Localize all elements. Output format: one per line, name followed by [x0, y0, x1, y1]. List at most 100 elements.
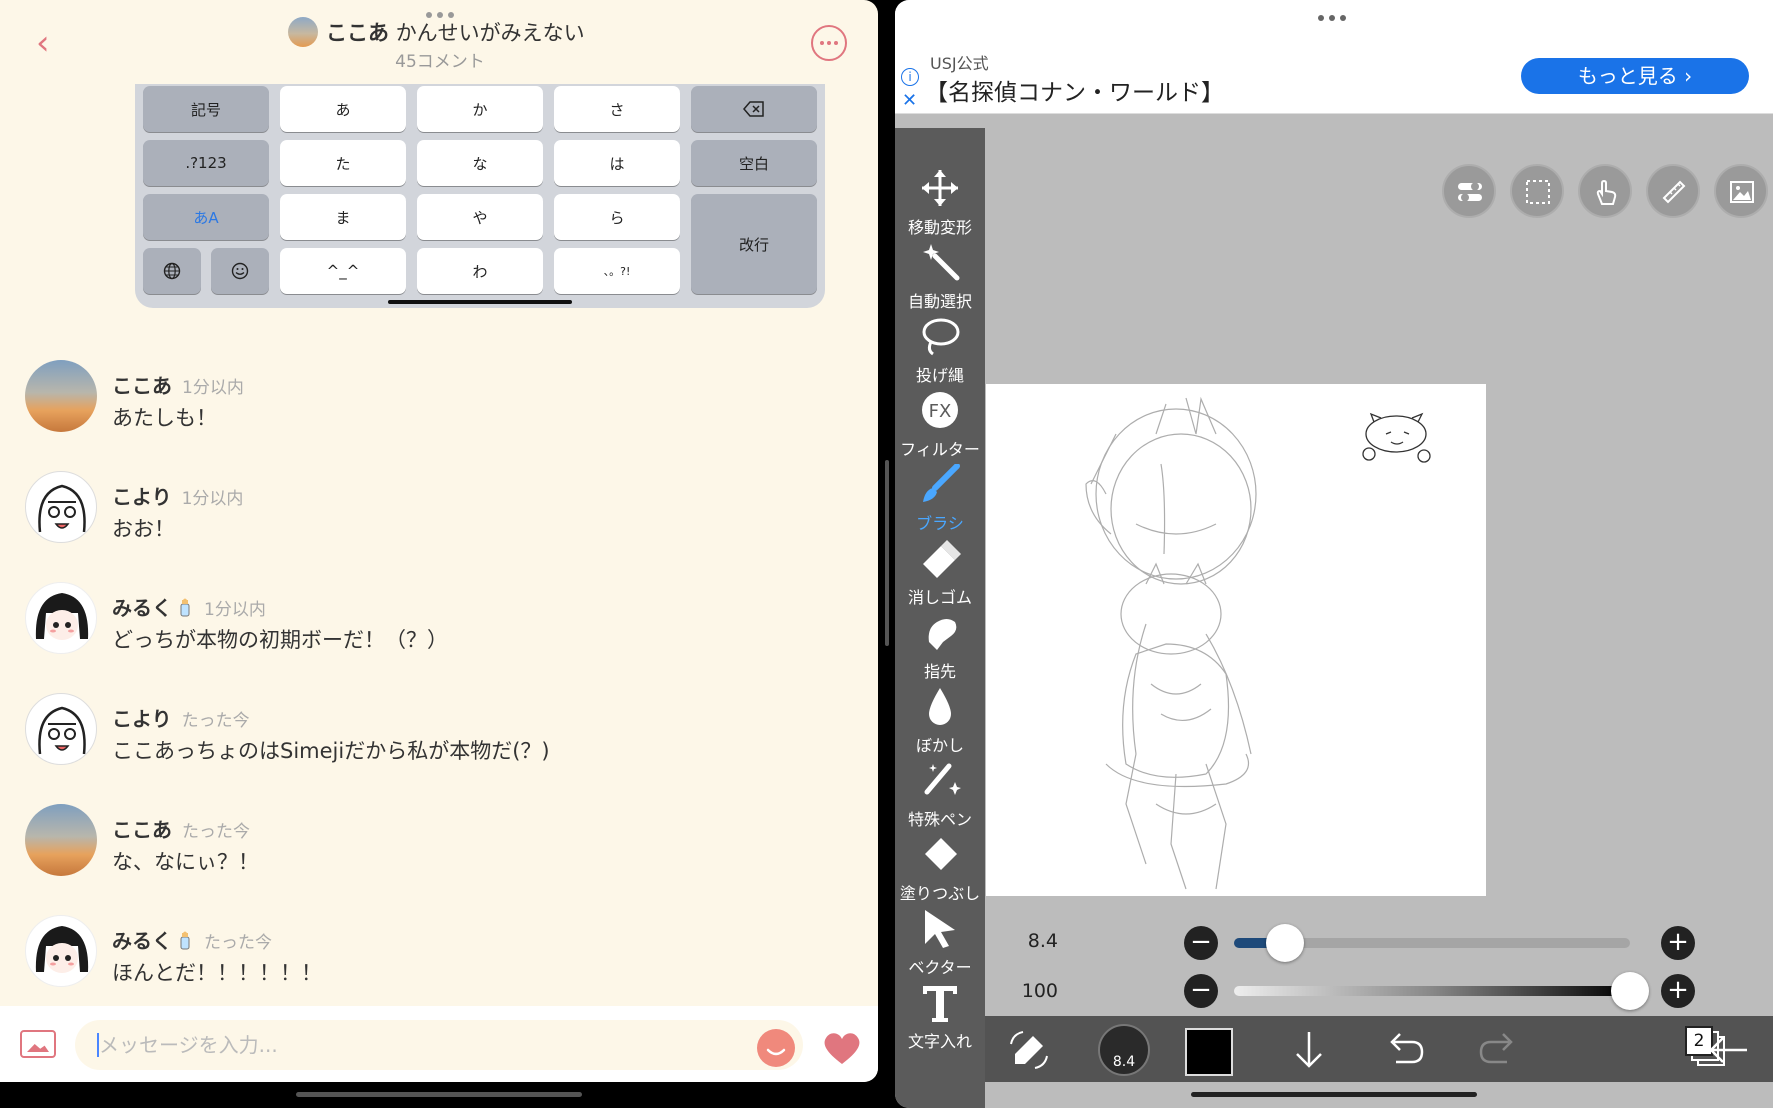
- avatar[interactable]: [25, 915, 97, 987]
- lasso-icon: [922, 318, 960, 356]
- multitask-handle-icon[interactable]: [1318, 15, 1346, 21]
- brush-size-minus-button[interactable]: −: [1184, 926, 1218, 960]
- thread-title: ここあ かんせいがみえない: [288, 17, 618, 47]
- key-return[interactable]: 改行: [691, 194, 817, 294]
- tool-special-pen[interactable]: 特殊ペン: [895, 758, 985, 832]
- opacity-knob[interactable]: [1611, 972, 1649, 1010]
- user-name[interactable]: こより: [112, 485, 172, 509]
- brush-size-preview[interactable]: 8.4: [1098, 1024, 1150, 1076]
- brush-size-knob[interactable]: [1266, 924, 1305, 962]
- key-ka[interactable]: か: [417, 86, 543, 132]
- fx-icon: FX: [922, 392, 958, 428]
- backspace-icon[interactable]: [691, 86, 817, 132]
- tool-lasso[interactable]: 投げ縄: [895, 314, 985, 388]
- message-text: どっちが本物の初期ボーだ！（？）: [112, 628, 448, 652]
- tool-blur[interactable]: ぼかし: [895, 684, 985, 758]
- color-swatch[interactable]: [1185, 1028, 1233, 1076]
- touch-gesture-icon[interactable]: [1578, 164, 1632, 218]
- ad-source: USJ公式: [930, 54, 989, 73]
- avatar[interactable]: [25, 693, 97, 765]
- settings-toggle-icon[interactable]: [1442, 164, 1496, 218]
- list-item: みるく たった今 ほんとだ！！！！！！: [25, 915, 825, 991]
- baby-bottle-icon: [180, 931, 190, 950]
- tool-text[interactable]: 文字入れ: [895, 980, 985, 1054]
- redo-icon[interactable]: [1475, 1026, 1523, 1074]
- image-attach-icon[interactable]: [20, 1030, 56, 1058]
- stamp-icon[interactable]: [757, 1029, 795, 1067]
- timestamp: 1分以内: [204, 600, 266, 620]
- tool-vector[interactable]: ベクター: [895, 906, 985, 980]
- ad-banner[interactable]: i ✕ USJ公式 【名探偵コナン・ワールド】 もっと見る ›: [895, 38, 1773, 114]
- svg-text:FX: FX: [929, 401, 952, 422]
- timestamp: 1分以内: [181, 489, 244, 509]
- avatar: [288, 17, 318, 47]
- avatar[interactable]: [25, 360, 97, 432]
- tool-finger[interactable]: 指先: [895, 610, 985, 684]
- key-space[interactable]: 空白: [691, 140, 817, 186]
- image-icon[interactable]: [1714, 164, 1768, 218]
- arrow-down-icon[interactable]: [1285, 1026, 1333, 1074]
- selection-icon[interactable]: [1510, 164, 1564, 218]
- info-icon[interactable]: i: [901, 68, 919, 86]
- key-ma[interactable]: ま: [280, 194, 406, 240]
- key-ha[interactable]: は: [554, 140, 680, 186]
- key-kaomoji[interactable]: ^_^: [280, 248, 406, 294]
- sketch-drawing: [1085, 396, 1431, 890]
- finger-icon: [928, 619, 957, 650]
- message-text: ほんとだ！！！！！！: [112, 961, 322, 985]
- avatar[interactable]: [25, 471, 97, 543]
- avatar[interactable]: [25, 804, 97, 876]
- key-punctuation[interactable]: 、。?!: [554, 248, 680, 294]
- home-indicator[interactable]: [1191, 1092, 1477, 1097]
- more-options-icon[interactable]: [811, 25, 847, 61]
- user-name[interactable]: ここあ: [112, 374, 172, 398]
- user-name[interactable]: みるく: [112, 596, 172, 620]
- tool-brush[interactable]: ブラシ: [895, 462, 985, 536]
- key-symbols[interactable]: 記号: [143, 86, 269, 132]
- drawing-pane: i ✕ USJ公式 【名探偵コナン・ワールド】 もっと見る › 移動変形 自動選…: [895, 0, 1773, 1108]
- back-icon[interactable]: ‹: [36, 26, 62, 60]
- key-na[interactable]: な: [417, 140, 543, 186]
- key-ra[interactable]: ら: [554, 194, 680, 240]
- tool-auto-select[interactable]: 自動選択: [895, 240, 985, 314]
- home-indicator[interactable]: [296, 1092, 582, 1097]
- key-kana-switch[interactable]: あA: [143, 194, 269, 240]
- keyboard-drag-handle[interactable]: [388, 300, 572, 304]
- opacity-minus-button[interactable]: −: [1184, 974, 1218, 1008]
- message-input-bar: メッセージを入力...: [0, 1006, 878, 1082]
- tool-fill[interactable]: 塗りつぶし: [895, 832, 985, 906]
- tool-eraser[interactable]: 消しゴム: [895, 536, 985, 610]
- magic-wand-icon: [923, 244, 960, 281]
- split-view-divider[interactable]: [885, 460, 889, 646]
- key-sa[interactable]: さ: [554, 86, 680, 132]
- user-name[interactable]: こより: [112, 707, 172, 731]
- back-arrow-icon[interactable]: [1705, 1026, 1753, 1074]
- floating-keyboard: 記号 あ か さ .?123 た な は 空白 あA ま や ら 改行 ^_^: [135, 84, 825, 308]
- key-a[interactable]: あ: [280, 86, 406, 132]
- message-input[interactable]: メッセージを入力...: [75, 1020, 803, 1070]
- tool-move[interactable]: 移動変形: [895, 166, 985, 240]
- emoji-icon[interactable]: [211, 248, 269, 294]
- avatar[interactable]: [25, 582, 97, 654]
- list-item: こより たった今 ここあっちょのはSimejiだから私が本物だ(？): [25, 693, 825, 769]
- key-numbers[interactable]: .?123: [143, 140, 269, 186]
- swap-tool-icon[interactable]: [1005, 1026, 1053, 1074]
- undo-icon[interactable]: [1380, 1026, 1428, 1074]
- opacity-plus-button[interactable]: +: [1661, 974, 1695, 1008]
- thread-author: ここあ: [326, 21, 389, 45]
- tool-filter[interactable]: FX フィルター: [895, 388, 985, 462]
- user-name[interactable]: ここあ: [112, 818, 172, 842]
- key-ta[interactable]: た: [280, 140, 406, 186]
- globe-icon[interactable]: [143, 248, 201, 294]
- user-name[interactable]: みるく: [112, 929, 172, 953]
- opacity-slider[interactable]: [1234, 986, 1630, 996]
- list-item: みるく 1分以内 どっちが本物の初期ボーだ！（？）: [25, 582, 825, 658]
- key-wa[interactable]: わ: [417, 248, 543, 294]
- key-ya[interactable]: や: [417, 194, 543, 240]
- brush-size-plus-button[interactable]: +: [1661, 926, 1695, 960]
- close-icon[interactable]: ✕: [902, 90, 917, 111]
- ad-cta-button[interactable]: もっと見る ›: [1521, 58, 1749, 94]
- ruler-icon[interactable]: [1646, 164, 1700, 218]
- drawing-canvas[interactable]: [986, 384, 1486, 896]
- heart-icon[interactable]: [822, 1030, 862, 1066]
